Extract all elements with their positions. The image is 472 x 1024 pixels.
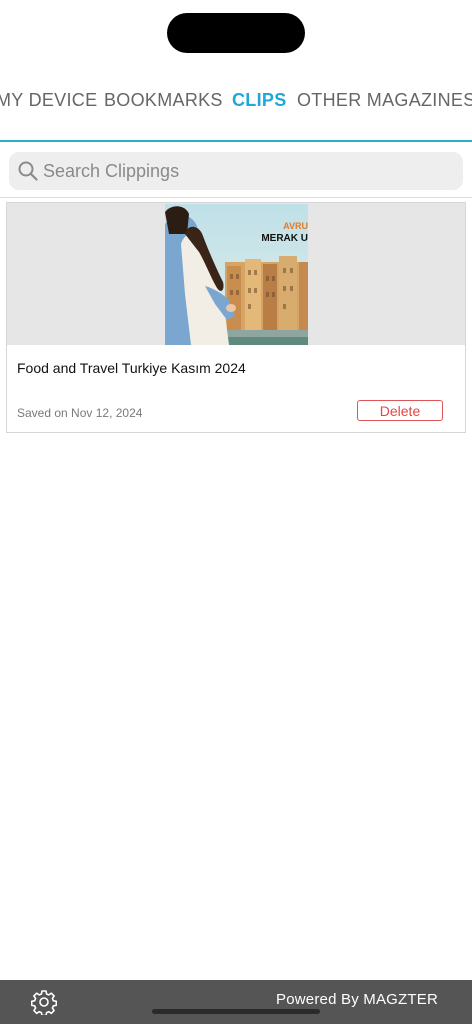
tab-clips[interactable]: CLIPS — [232, 90, 287, 111]
clip-thumbnail-area: AVRU MERAK U — [7, 203, 465, 345]
tab-other-magazines[interactable]: OTHER MAGAZINES — [297, 90, 472, 111]
footer-bar: Powered By MAGZTER — [0, 980, 472, 1024]
search-icon — [18, 161, 38, 181]
cover-overline-text: AVRU — [283, 221, 308, 231]
tab-bookmarks[interactable]: BOOKMARKS — [104, 90, 223, 111]
tab-bar: MY DEVICE BOOKMARKS CLIPS OTHER MAGAZINE… — [0, 78, 472, 124]
cover-headline-text: MERAK U — [261, 233, 308, 244]
search-bar[interactable] — [9, 152, 463, 190]
clip-card[interactable]: AVRU MERAK U Food and Travel Turkiye Kas… — [6, 202, 466, 433]
home-indicator[interactable] — [152, 1009, 320, 1014]
tab-underline — [0, 140, 472, 142]
clip-saved-date: Saved on Nov 12, 2024 — [17, 406, 143, 420]
powered-by-label: Powered By MAGZTER — [276, 991, 438, 1008]
tab-my-device[interactable]: MY DEVICE — [0, 90, 97, 111]
camera-notch — [167, 13, 305, 53]
gear-icon[interactable] — [31, 989, 57, 1015]
search-input[interactable] — [43, 152, 453, 190]
delete-button[interactable]: Delete — [357, 400, 443, 421]
clip-thumbnail[interactable]: AVRU MERAK U — [165, 204, 308, 345]
clip-title: Food and Travel Turkiye Kasım 2024 — [17, 360, 246, 376]
divider — [0, 197, 472, 198]
